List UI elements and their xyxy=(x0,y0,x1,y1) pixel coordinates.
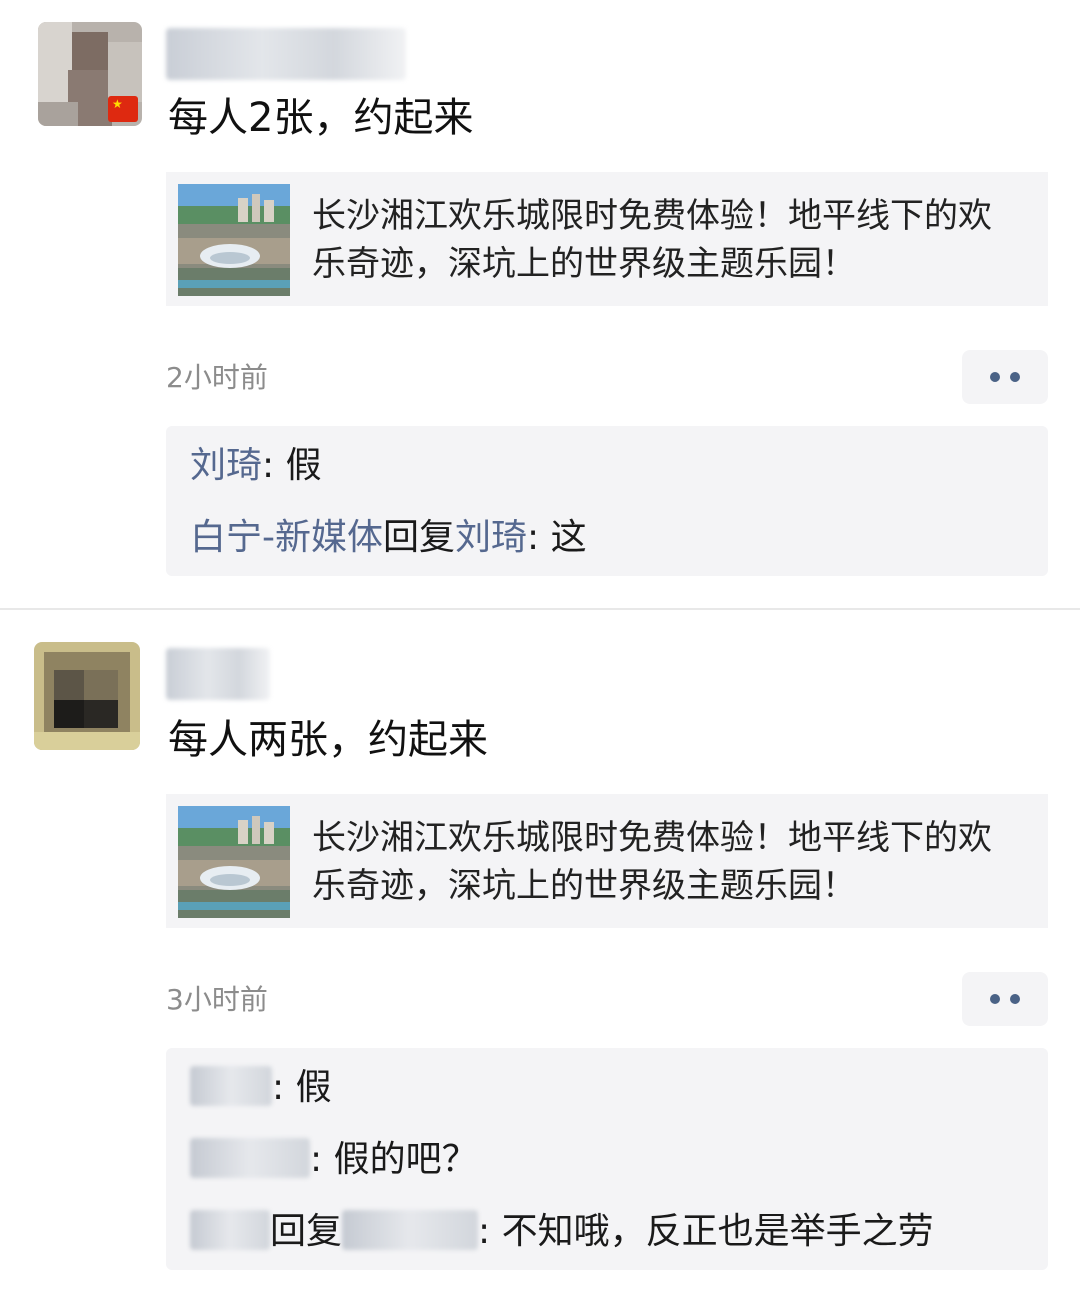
link-title: 长沙湘江欢乐城限时免费体验！地平线下的欢乐奇迹，深坑上的世界级主题乐园！ xyxy=(312,818,992,906)
comment-author-redacted[interactable] xyxy=(190,1138,310,1178)
reply-to-redacted[interactable] xyxy=(342,1210,479,1250)
comment-separator: : xyxy=(272,1067,296,1108)
comment-author-redacted[interactable] xyxy=(190,1066,272,1106)
comment-text: 假 xyxy=(285,445,322,486)
comment-separator: : xyxy=(478,1211,502,1252)
reply-word: 回复 xyxy=(383,517,456,558)
link-thumbnail xyxy=(178,184,290,296)
reply-word: 回复 xyxy=(270,1211,343,1252)
link-thumbnail xyxy=(178,806,290,918)
more-dot-icon xyxy=(990,994,1000,1004)
link-card[interactable]: 长沙湘江欢乐城限时免费体验！地平线下的欢乐奇迹，深坑上的世界级主题乐园！ xyxy=(166,172,1048,306)
avatar[interactable] xyxy=(34,642,140,750)
post-text: 每人2张，约起来 xyxy=(168,95,474,141)
comment-text: 这 xyxy=(550,517,587,558)
post-divider xyxy=(0,608,1080,610)
username-redacted[interactable] xyxy=(166,648,270,700)
comment-author[interactable]: 刘琦 xyxy=(190,445,262,486)
comment[interactable]: : 假的吧？ xyxy=(190,1136,478,1184)
comment-separator: : xyxy=(527,517,551,558)
comment[interactable]: : 假 xyxy=(190,1064,332,1112)
username-redacted[interactable] xyxy=(166,28,406,80)
more-button[interactable] xyxy=(962,350,1048,404)
comment[interactable]: 白宁-新媒体回复刘琦: 这 xyxy=(190,514,587,562)
comment-text: 假的吧？ xyxy=(333,1139,478,1180)
link-card[interactable]: 长沙湘江欢乐城限时免费体验！地平线下的欢乐奇迹，深坑上的世界级主题乐园！ xyxy=(166,794,1048,928)
china-flag-icon: ★ xyxy=(108,96,138,122)
more-button[interactable] xyxy=(962,972,1048,1026)
more-dot-icon xyxy=(1010,994,1020,1004)
comment[interactable]: 回复: 不知哦，反正也是举手之劳 xyxy=(190,1208,934,1256)
comment-author[interactable]: 白宁-新媒体 xyxy=(190,517,383,558)
comment-text: 不知哦，反正也是举手之劳 xyxy=(501,1211,934,1252)
comment[interactable]: 刘琦: 假 xyxy=(190,442,322,490)
post-time: 2小时前 xyxy=(166,361,268,394)
comment-text: 假 xyxy=(295,1067,332,1108)
post-time: 3小时前 xyxy=(166,983,268,1016)
link-title: 长沙湘江欢乐城限时免费体验！地平线下的欢乐奇迹，深坑上的世界级主题乐园！ xyxy=(312,196,992,284)
post-text: 每人两张，约起来 xyxy=(168,717,488,763)
comments-panel: 刘琦: 假 白宁-新媒体回复刘琦: 这 xyxy=(166,426,1048,576)
comment-separator: : xyxy=(310,1139,334,1180)
more-dot-icon xyxy=(1010,372,1020,382)
more-dot-icon xyxy=(990,372,1000,382)
comments-panel: : 假 : 假的吧？ 回复: 不知哦，反正也是举手之劳 xyxy=(166,1048,1048,1270)
comment-separator: : xyxy=(262,445,286,486)
comment-author-redacted[interactable] xyxy=(190,1210,270,1250)
reply-to-author[interactable]: 刘琦 xyxy=(455,517,527,558)
